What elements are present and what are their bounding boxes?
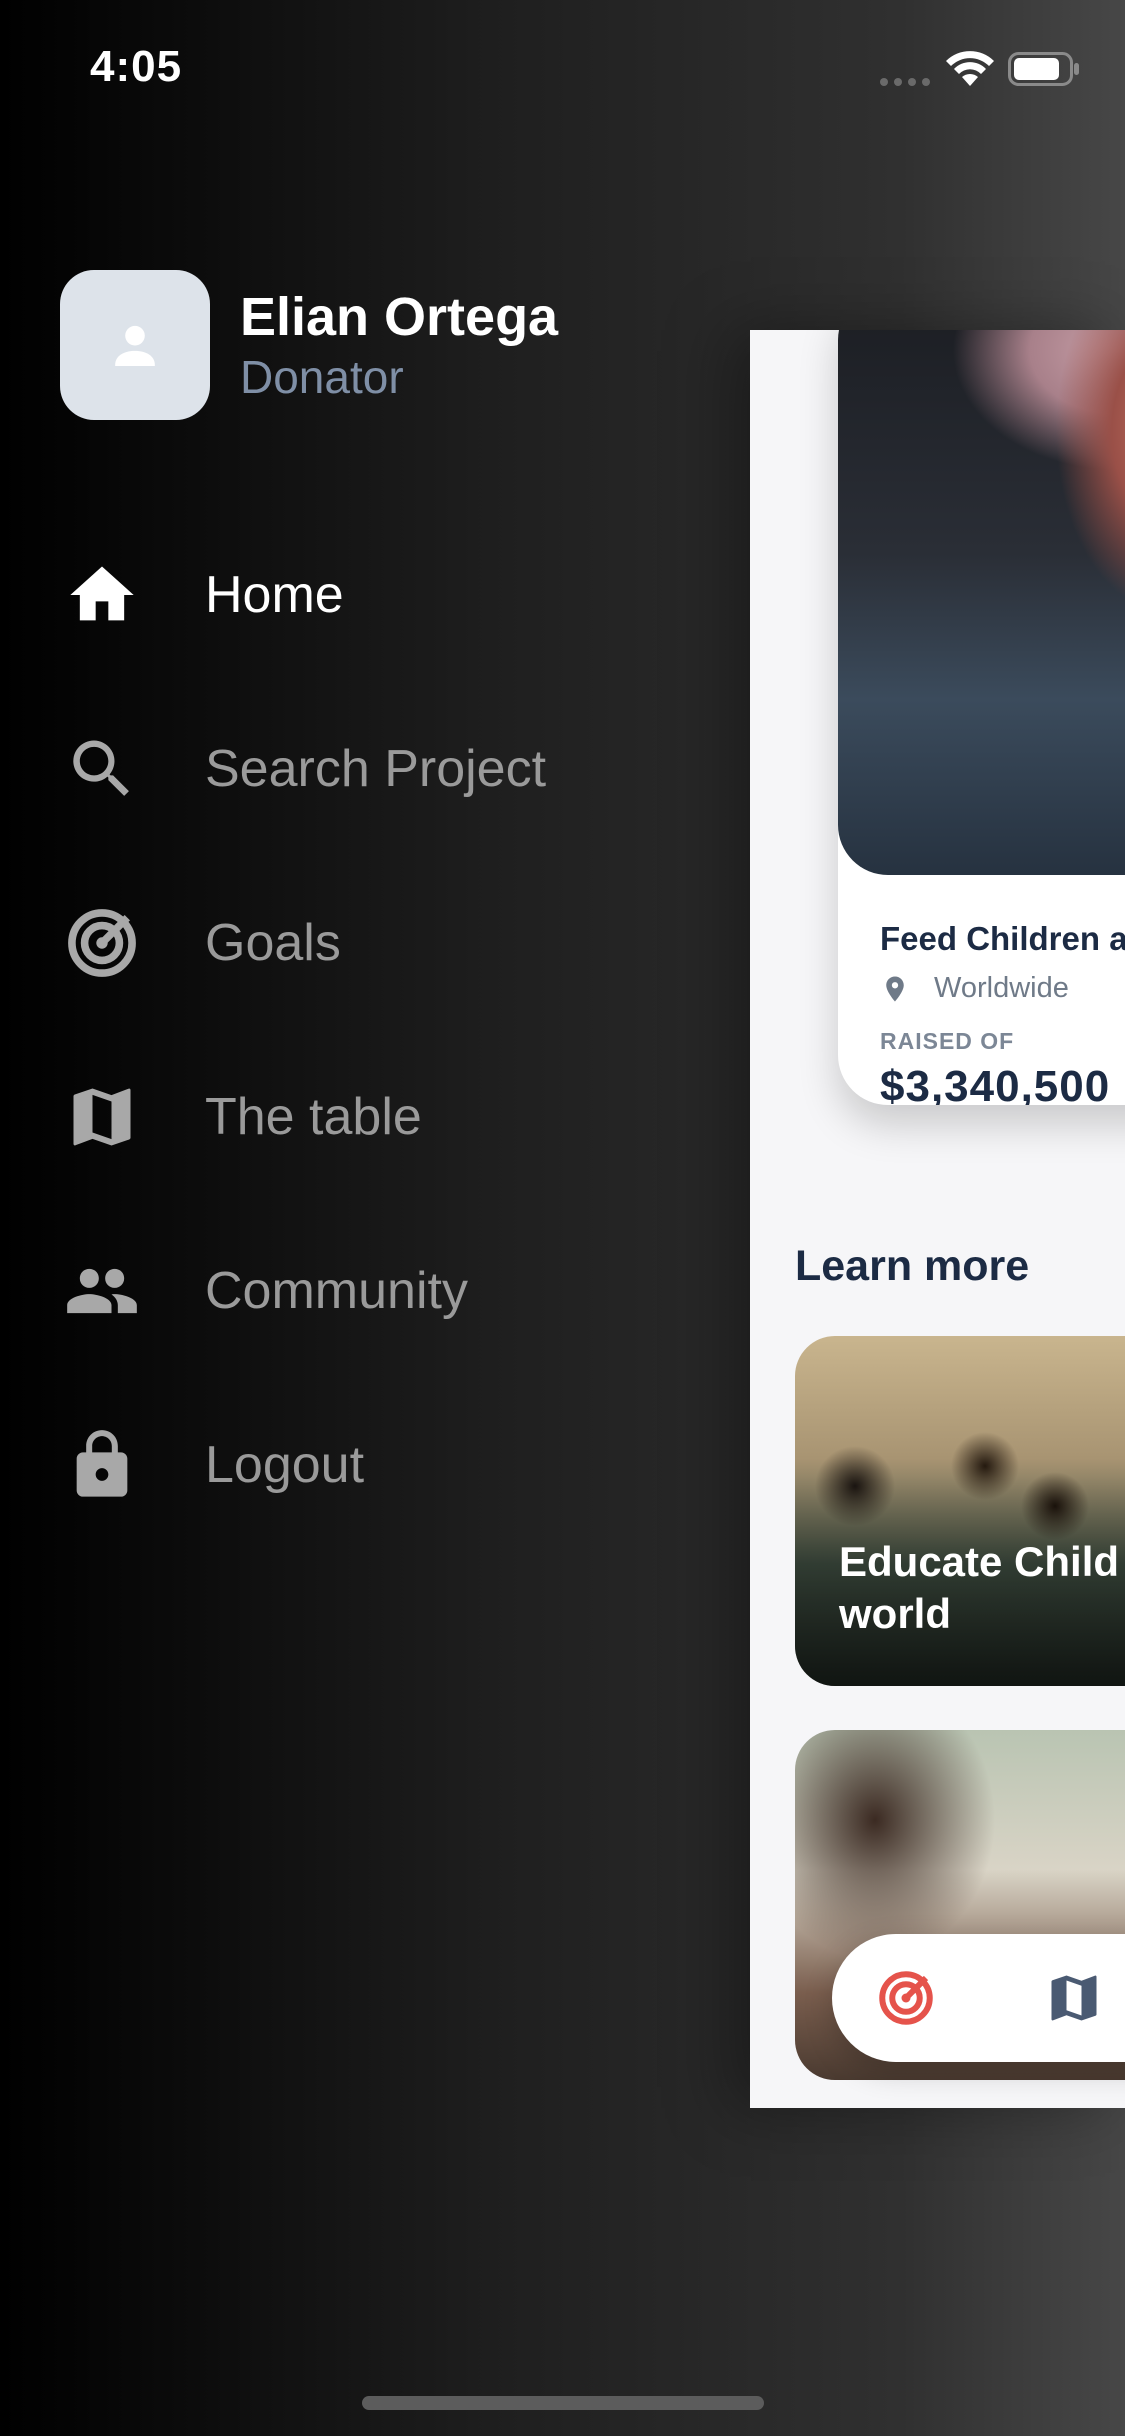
learn-more-title: Learn more xyxy=(795,1242,1030,1290)
menu-item-label: Search Project xyxy=(205,740,547,798)
learn-card-title: Educate Child world xyxy=(839,1536,1125,1640)
menu-item-label: Home xyxy=(205,566,344,624)
main-content-panel[interactable]: Feed Children a Worldwide RAISED OF $3,3… xyxy=(750,330,1125,2108)
target-icon[interactable] xyxy=(876,1968,936,2028)
profile-name: Elian Ortega xyxy=(240,287,559,347)
learn-card-title-line2: world xyxy=(839,1590,951,1637)
menu-item-the-table[interactable]: The table xyxy=(60,1062,700,1172)
status-bar: 4:05 xyxy=(0,0,1125,130)
menu-item-logout[interactable]: Logout xyxy=(60,1410,700,1520)
raised-label: RAISED OF xyxy=(880,1028,1015,1054)
people-icon xyxy=(67,1268,137,1314)
battery-icon xyxy=(1008,52,1079,86)
target-icon xyxy=(68,909,136,977)
learn-card[interactable]: Educate Child world xyxy=(795,1336,1125,1686)
raised-value: $3,340,500 xyxy=(880,1062,1111,1105)
project-location: Worldwide xyxy=(880,972,1069,1005)
lock-icon xyxy=(76,1430,128,1497)
menu-item-goals[interactable]: Goals xyxy=(60,888,700,998)
floating-nav-bar xyxy=(832,1934,1125,2062)
menu-item-label: Community xyxy=(205,1262,468,1320)
home-indicator[interactable] xyxy=(362,2396,764,2410)
user-icon xyxy=(115,325,155,366)
menu-item-label: Logout xyxy=(205,1436,365,1494)
home-icon xyxy=(70,566,134,621)
map-icon[interactable] xyxy=(1044,1968,1104,2028)
menu-item-label: Goals xyxy=(205,914,341,972)
profile-role: Donator xyxy=(240,351,404,403)
location-text: Worldwide xyxy=(934,972,1069,1004)
location-pin-icon xyxy=(886,976,904,1001)
cellular-signal-icon xyxy=(880,72,932,86)
menu-item-search-project[interactable]: Search Project xyxy=(60,714,700,824)
menu-item-community[interactable]: Community xyxy=(60,1236,700,1346)
project-photo xyxy=(838,330,1125,875)
avatar[interactable] xyxy=(60,270,210,420)
project-card[interactable]: Feed Children a Worldwide RAISED OF $3,3… xyxy=(838,330,1125,1105)
menu-item-home[interactable]: Home xyxy=(60,540,700,650)
learn-card-title-line1: Educate Child xyxy=(839,1538,1120,1585)
project-title: Feed Children a xyxy=(880,920,1125,957)
search-icon xyxy=(73,740,129,796)
wifi-icon xyxy=(946,51,994,86)
menu-item-label: The table xyxy=(205,1088,422,1146)
map-icon xyxy=(73,1088,131,1146)
status-time: 4:05 xyxy=(90,42,183,91)
